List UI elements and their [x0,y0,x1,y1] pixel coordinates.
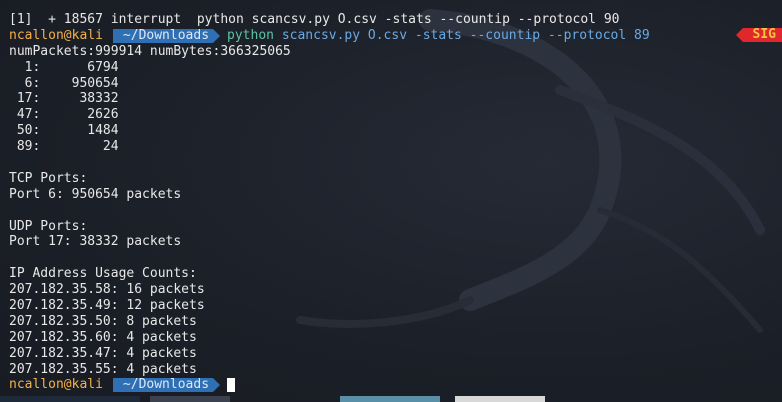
status-segment [0,396,140,402]
output-line: IP Address Usage Counts: [9,266,197,282]
output-line: 207.182.35.49: 12 packets [9,298,205,314]
output-line: TCP Ports: [9,170,88,186]
status-segment [340,396,440,402]
output-line: 47: 2626 [9,107,119,123]
output-line: 207.182.35.50: 8 packets [9,313,197,329]
output-line: 89: 24 [9,139,119,155]
output-line: UDP Ports: [9,218,88,234]
prompt-user: ncallon@kali [9,377,103,393]
text-cursor[interactable] [227,378,236,393]
output-line: 50: 1484 [9,123,119,139]
prompt-line: ncallon@kali ~/Downloads python scancsv.… [9,28,782,44]
terminal-window[interactable]: SIG [1] + 18567 interrupt python scancsv… [0,0,782,402]
output-line: Port 17: 38332 packets [9,234,182,250]
output-line: numPackets:999914 numBytes:366325065 [9,43,291,59]
prompt-user: ncallon@kali [9,27,103,43]
output-line: 17: 38332 [9,91,119,107]
active-prompt-line[interactable]: ncallon@kali ~/Downloads [9,377,782,393]
prompt-directory: ~/Downloads [112,28,221,43]
output-line: 1: 6794 [9,59,119,75]
tmux-status-bar [0,396,782,402]
output-line: 207.182.35.60: 4 packets [9,329,197,345]
status-segment [150,396,230,402]
terminal-output: [1] + 18567 interrupt python scancsv.py … [9,12,782,393]
output-line: 207.182.35.55: 4 packets [9,361,197,377]
command-python: python [227,27,274,43]
prompt-directory: ~/Downloads [112,378,221,393]
output-line: Port 6: 950654 packets [9,186,182,202]
output-line: 207.182.35.47: 4 packets [9,345,197,361]
status-segment [455,396,545,402]
job-status-line: [1] + 18567 interrupt python scancsv.py … [9,12,620,27]
output-line: 207.182.35.58: 16 packets [9,282,205,298]
output-line: 6: 950654 [9,75,119,91]
command-arguments: scancsv.py O.csv -stats --countip --prot… [281,27,650,43]
